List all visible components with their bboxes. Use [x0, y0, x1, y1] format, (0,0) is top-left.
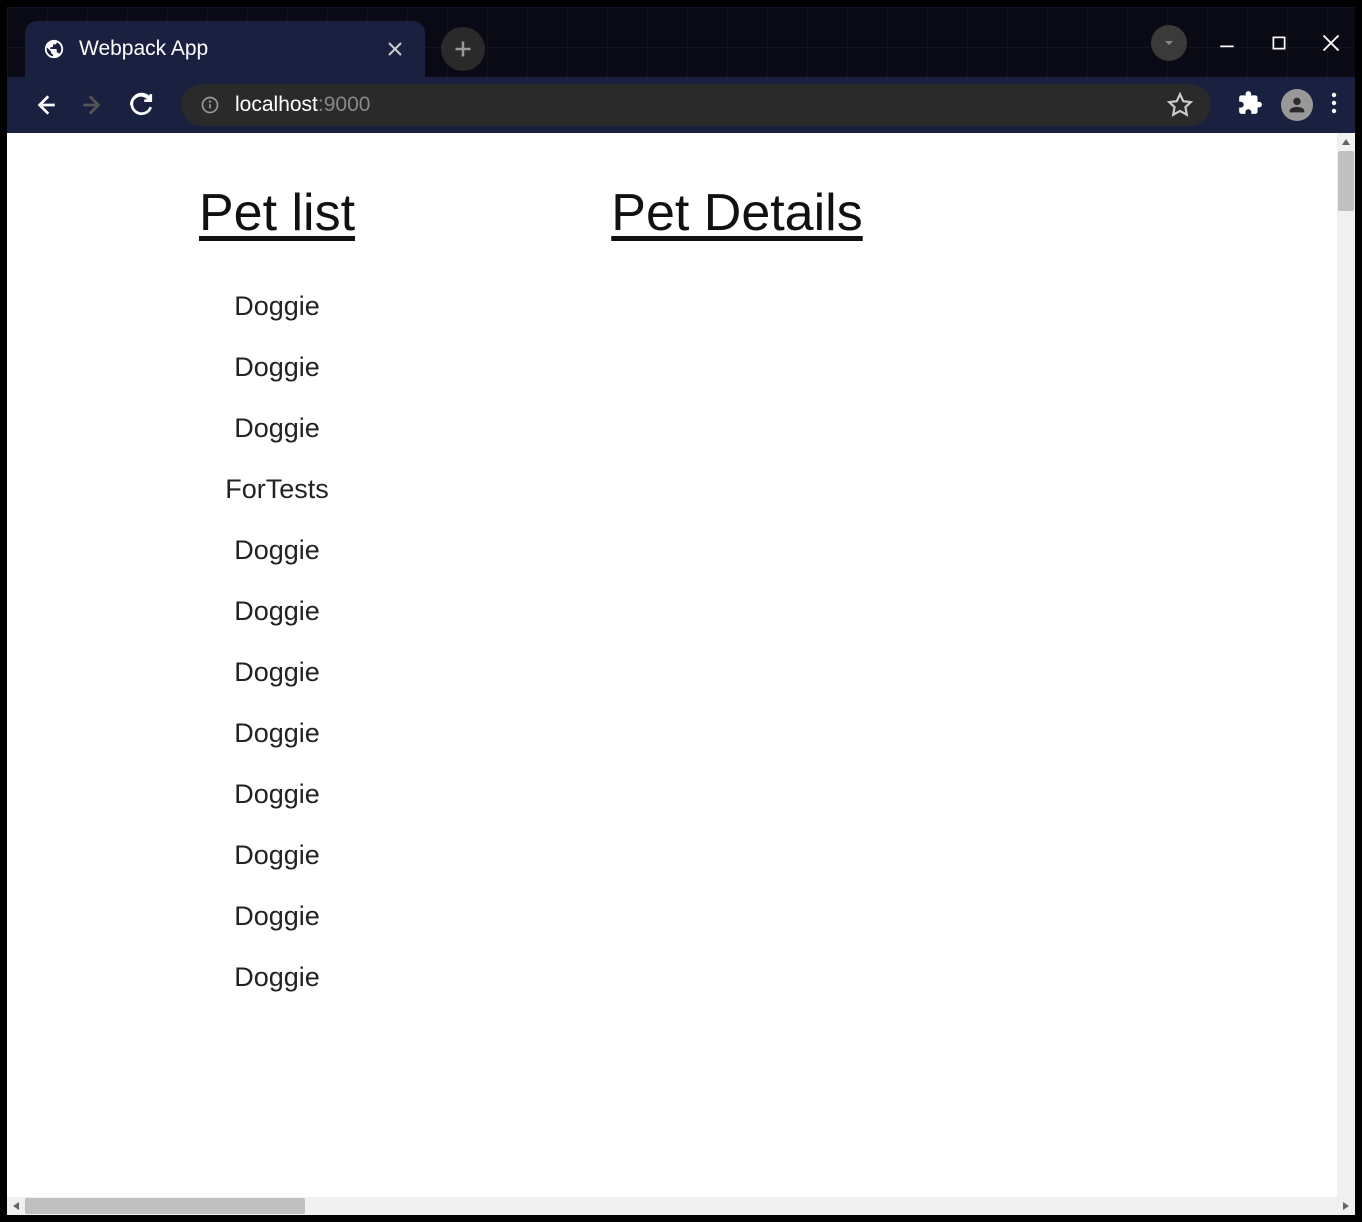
bookmark-star-icon[interactable]	[1167, 92, 1193, 118]
globe-icon	[43, 38, 65, 60]
scroll-right-arrow-icon[interactable]	[1337, 1197, 1355, 1215]
page: Pet list DoggieDoggieDoggieForTestsDoggi…	[7, 133, 1337, 1197]
pet-list-item[interactable]: Doggie	[67, 596, 487, 627]
pet-list-item[interactable]: Doggie	[67, 413, 487, 444]
reload-button[interactable]	[121, 85, 161, 125]
horizontal-scrollbar[interactable]	[7, 1197, 1355, 1215]
profile-avatar[interactable]	[1281, 89, 1313, 121]
pet-list-item[interactable]: ForTests	[67, 474, 487, 505]
browser-toolbar: localhost:9000	[7, 77, 1355, 133]
window-controls	[1151, 25, 1343, 61]
vertical-scrollbar-thumb[interactable]	[1338, 151, 1354, 211]
close-tab-button[interactable]	[383, 37, 407, 61]
pet-list-heading: Pet list	[67, 183, 487, 243]
pet-list-item[interactable]: Doggie	[67, 840, 487, 871]
pet-details-column: Pet Details	[527, 183, 947, 1023]
forward-button[interactable]	[73, 85, 113, 125]
content-area: Pet list DoggieDoggieDoggieForTestsDoggi…	[7, 133, 1355, 1215]
extensions-icon[interactable]	[1237, 90, 1263, 121]
vertical-scrollbar[interactable]	[1337, 133, 1355, 1197]
minimize-button[interactable]	[1215, 31, 1239, 55]
new-tab-button[interactable]	[441, 27, 485, 71]
back-button[interactable]	[25, 85, 65, 125]
scroll-up-arrow-icon[interactable]	[1337, 133, 1355, 151]
site-info-icon[interactable]	[199, 94, 221, 116]
url-text: localhost:9000	[235, 93, 1167, 117]
horizontal-scrollbar-thumb[interactable]	[25, 1198, 305, 1214]
pet-list-item[interactable]: Doggie	[67, 962, 487, 993]
toolbar-right	[1237, 89, 1337, 121]
titlebar: Webpack App	[7, 7, 1355, 77]
pet-list-item[interactable]: Doggie	[67, 901, 487, 932]
close-window-button[interactable]	[1319, 31, 1343, 55]
pet-list-item[interactable]: Doggie	[67, 291, 487, 322]
browser-window: Webpack App	[0, 0, 1362, 1222]
pet-list-column: Pet list DoggieDoggieDoggieForTestsDoggi…	[67, 183, 487, 1023]
pet-list-item[interactable]: Doggie	[67, 779, 487, 810]
pet-list-item[interactable]: Doggie	[67, 535, 487, 566]
maximize-button[interactable]	[1267, 31, 1291, 55]
address-bar[interactable]: localhost:9000	[181, 84, 1211, 126]
tab-search-button[interactable]	[1151, 25, 1187, 61]
pet-list-item[interactable]: Doggie	[67, 718, 487, 749]
pet-list-item[interactable]: Doggie	[67, 657, 487, 688]
pet-details-heading: Pet Details	[527, 183, 947, 243]
pet-list: Doggie Doggie Doggie ForTests Doggie Doggie Do…	[67, 291, 487, 993]
browser-tab[interactable]: Webpack App	[25, 21, 425, 77]
kebab-menu-icon[interactable]	[1331, 91, 1337, 120]
pet-list-item[interactable]: Doggie	[67, 352, 487, 383]
tab-title: Webpack App	[79, 37, 383, 61]
scroll-left-arrow-icon[interactable]	[7, 1197, 25, 1215]
